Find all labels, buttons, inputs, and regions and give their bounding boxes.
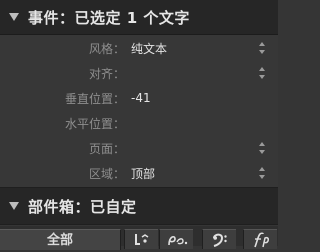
property-label: 对齐：: [88, 66, 125, 81]
disclosure-triangle-icon[interactable]: [9, 13, 19, 21]
property-label: 区域：: [88, 166, 125, 181]
tab-all[interactable]: 全部: [0, 229, 121, 250]
property-value[interactable]: 顶部: [131, 165, 155, 182]
fp-dynamic-button[interactable]: [243, 229, 277, 249]
events-section-header[interactable]: 事件：已选定 1 个文字: [0, 0, 278, 35]
property-label: 风格：: [88, 41, 125, 56]
property-row-page[interactable]: 页面：: [0, 138, 278, 158]
parts-box-section-title: 部件箱：已自定: [28, 197, 137, 216]
pedal-bracket-button[interactable]: [124, 229, 158, 249]
fp-dynamic-icon: [253, 231, 269, 247]
property-row-region[interactable]: 区域： 顶部: [0, 163, 278, 183]
parts-box-toolbar: 全部: [0, 226, 278, 250]
property-label: 页面：: [88, 141, 125, 156]
up-down-stepper-icon[interactable]: [259, 42, 266, 54]
property-label: 垂直位置：: [64, 91, 125, 106]
pedal-bracket-icon: [134, 233, 148, 245]
disclosure-triangle-icon[interactable]: [9, 202, 19, 210]
property-row-style[interactable]: 风格： 纯文本: [0, 38, 278, 58]
property-row-alignment[interactable]: 对齐：: [0, 63, 278, 83]
pedal-ped-button[interactable]: [159, 229, 193, 249]
events-section-title: 事件：已选定 1 个文字: [28, 8, 190, 27]
property-value[interactable]: 纯文本: [131, 40, 167, 57]
up-down-stepper-icon[interactable]: [259, 167, 266, 179]
event-properties-panel: 风格： 纯文本 对齐： 垂直位置： -41 水平位置： 页面： 区域： 顶部: [0, 35, 278, 187]
up-down-stepper-icon[interactable]: [259, 67, 266, 79]
bass-clef-button[interactable]: [202, 229, 236, 249]
property-label: 水平位置：: [64, 116, 125, 131]
up-down-stepper-icon[interactable]: [259, 142, 266, 154]
property-value[interactable]: -41: [131, 91, 151, 105]
pedal-ped-icon: [167, 235, 187, 245]
parts-box-section-header[interactable]: 部件箱：已自定: [0, 187, 278, 225]
property-row-vertical-position[interactable]: 垂直位置： -41: [0, 88, 278, 108]
bass-clef-icon: [212, 233, 227, 247]
property-row-horizontal-position[interactable]: 水平位置：: [0, 113, 278, 133]
